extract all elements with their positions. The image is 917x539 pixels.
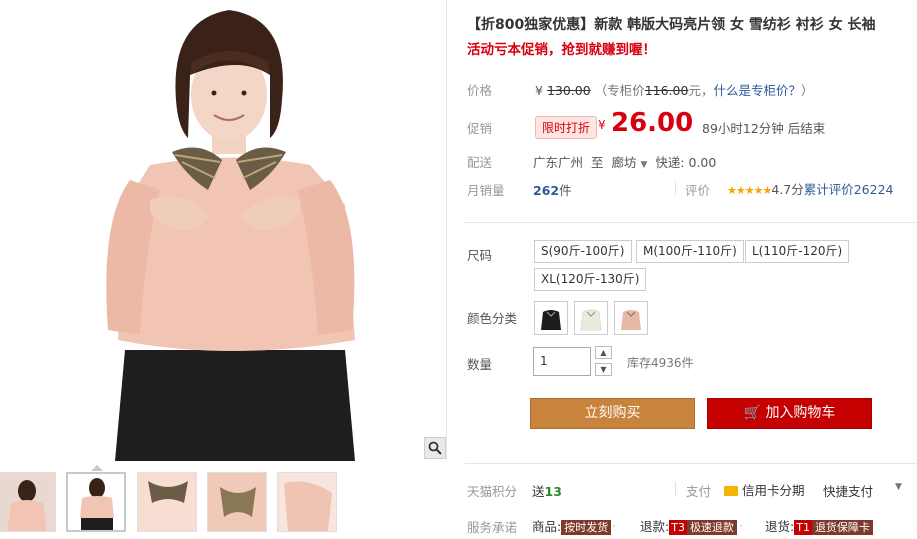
shipping-from: 广东广州 [533,155,584,170]
add-to-cart-button[interactable]: 🛒 加入购物车 [707,398,872,429]
shipping-to-word: 至 [590,155,604,170]
color-option-black[interactable] [534,301,568,335]
main-product-image[interactable] [0,0,447,461]
size-option-l[interactable]: L(110斤-120斤) [745,240,850,263]
add-to-cart-label: 加入购物车 [765,405,836,421]
t1-badge: T1 [794,520,812,535]
divider [675,482,676,496]
quick-pay-dropdown[interactable]: 快捷支付 [823,481,873,500]
size-option-m[interactable]: M(100斤-110斤) [636,240,744,263]
color-label: 颜色分类 [467,311,518,326]
tmall-points-label: 天猫积分 [467,484,518,499]
counter-price-suffix: 元， [688,83,714,98]
promo-price: 26.00 [611,108,694,138]
divider [675,181,676,195]
bullet-separator: · [612,518,616,533]
price-meta-box: 价格 ¥ 130.00 （专柜价116.00元，什么是专柜价？） 促销 限时打折… [465,70,915,210]
thumbnail-5[interactable] [277,472,337,532]
return-guarantee-badge: 退货保障卡 [811,520,873,535]
section-divider [465,222,917,223]
thumbnail-strip [0,465,447,534]
shipping-destination-dropdown[interactable]: 廊坊 [611,155,636,170]
zoom-button[interactable] [424,437,446,459]
magnifier-icon [428,441,442,455]
chevron-down-icon[interactable]: ▼ [895,482,902,492]
size-option-s[interactable]: S(90斤-100斤) [534,240,632,263]
service-delivery[interactable]: 商品: 按时发货 [532,516,612,535]
thumbnail-4[interactable] [207,472,267,532]
stock-count: 库存4936件 [627,356,694,370]
thumbnail-3[interactable] [137,472,197,532]
product-gallery [0,0,447,539]
total-reviews-label: 累计评价 [803,182,854,197]
quantity-decrease-button[interactable]: ▼ [595,363,612,376]
color-option-white[interactable] [574,301,608,335]
counter-price-prefix: （专柜价 [594,83,645,98]
color-option-pink[interactable] [614,301,648,335]
service-return[interactable]: 退货: T1 退货保障卡 [765,516,873,535]
service-promise-label: 服务承诺 [467,520,518,535]
counter-price-help-link[interactable]: 什么是专柜价？ [713,83,801,98]
product-detail-panel: 【折800独家优惠】新款 韩版大码亮片领 女 雪纺衫 衬衫 女 长袖 活动亏本促… [447,0,917,539]
promo-label: 促销 [467,121,493,136]
shipping-fee: 快递: 0.00 [655,155,717,170]
tmall-points: 送13 [532,481,562,500]
service-refund-label: 退款: [640,519,670,534]
currency-symbol: ¥ [535,83,543,98]
thumbnail-1[interactable] [0,472,56,532]
product-title: 【折800独家优惠】新款 韩版大码亮片领 女 雪纺衫 衬衫 女 长袖 [467,17,876,33]
service-delivery-label: 商品: [532,519,562,534]
quantity-input[interactable]: 1 [533,347,591,376]
promo-currency: ¥ [598,118,606,132]
buy-now-button[interactable]: 立刻购买 [530,398,695,429]
credit-card-icon [724,486,738,496]
rating-score: 4.7分 [771,182,804,197]
payment-label: 支付 [686,484,712,499]
original-price-value: 130.00 [546,83,591,98]
section-divider-2 [465,463,917,464]
quantity-label: 数量 [467,357,493,372]
fast-refund-badge: 极速退款 [686,520,737,535]
credit-installment[interactable]: 信用卡分期 [724,480,805,499]
monthly-sales-label: 月销量 [467,183,505,198]
credit-installment-label: 信用卡分期 [741,483,805,498]
points-prefix: 送 [532,484,545,499]
monthly-sales-count: 262 [533,183,560,198]
on-time-delivery-badge: 按时发货 [561,520,612,535]
thumbnail-pointer [91,465,103,471]
rating-label: 评价 [685,183,711,198]
quantity-increase-button[interactable]: ▲ [595,346,612,359]
promo-tag: 限时打折 [535,116,598,139]
shipping-label: 配送 [467,155,493,170]
rating-summary[interactable]: ★★★★★4.7分累计评价26224 [727,179,893,198]
thumbnail-2-selected[interactable] [66,472,126,532]
monthly-sales-unit: 件 [559,183,572,198]
service-refund[interactable]: 退款: T3 极速退款 [640,516,737,535]
shipping-info: 广东广州 至 廊坊 ▼ 快递: 0.00 [533,152,716,171]
points-value: 13 [544,484,562,499]
service-return-label: 退货: [765,519,795,534]
t3-badge: T3 [669,520,687,535]
original-price: ¥ 130.00 （专柜价116.00元，什么是专柜价？） [535,80,813,99]
bullet-separator: · [739,518,743,533]
size-label: 尺码 [467,248,493,263]
price-label: 价格 [467,83,493,98]
counter-price-close: ） [800,83,814,98]
chevron-down-icon[interactable]: ▼ [640,160,647,170]
promo-countdown: 89小时12分钟 后结束 [702,121,826,136]
cart-icon: 🛒 [743,405,761,421]
total-reviews-count: 26224 [853,182,894,197]
monthly-sales: 262件 [533,180,572,199]
product-subtitle: 活动亏本促销，抢到就赚到喔！ [467,42,656,58]
quick-pay-label: 快捷支付 [823,484,874,499]
counter-price-value: 116.00 [644,83,689,98]
star-rating-icon: ★★★★★ [727,184,772,197]
size-option-xl[interactable]: XL(120斤-130斤) [534,268,647,291]
